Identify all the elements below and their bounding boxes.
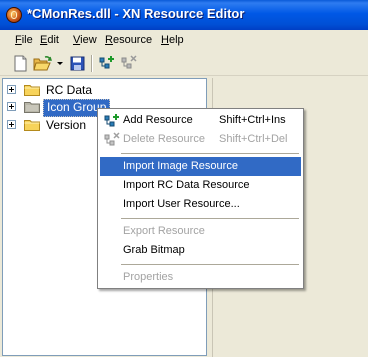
- menu-separator: [121, 153, 299, 154]
- expand-icon[interactable]: [7, 85, 16, 94]
- menu-item-label: Delete Resource: [123, 133, 205, 145]
- menu-item-label: Import Image Resource: [123, 160, 238, 172]
- app-icon[interactable]: [6, 7, 22, 23]
- menu-item-add-resource[interactable]: Add Resource Shift+Ctrl+Ins: [100, 111, 301, 130]
- menu-resource-label: esource: [112, 34, 153, 46]
- menu-item-shortcut: Shift+Ctrl+Del: [219, 133, 288, 145]
- tree-item-label: Version: [46, 118, 87, 132]
- menu-item-shortcut: Shift+Ctrl+Ins: [219, 114, 286, 126]
- delete-resource-icon: [104, 132, 120, 148]
- menu-file-mnemonic: F: [15, 34, 22, 46]
- new-document-icon[interactable]: [12, 55, 29, 72]
- menu-help-label: elp: [168, 34, 184, 46]
- title-bar[interactable]: *CMonRes.dll - XN Resource Editor: [0, 0, 368, 30]
- menu-file-label: ile: [21, 34, 33, 46]
- menu-separator: [121, 264, 299, 265]
- folder-icon: [24, 119, 40, 131]
- menu-file[interactable]: File: [15, 34, 33, 46]
- menu-resource[interactable]: Resource: [105, 34, 152, 46]
- folder-icon: [24, 84, 40, 96]
- expand-icon[interactable]: [7, 120, 16, 129]
- menu-item-export-resource[interactable]: Export Resource: [100, 222, 301, 241]
- menu-item-label: Properties: [123, 271, 174, 283]
- menu-edit[interactable]: Edit: [40, 34, 59, 46]
- menu-item-delete-resource[interactable]: Delete Resource Shift+Ctrl+Del: [100, 130, 301, 149]
- folder-icon: [24, 101, 40, 113]
- menu-separator: [121, 218, 299, 219]
- tree-item-rc-data[interactable]: RC Data: [3, 81, 203, 99]
- menu-item-label: Import RC Data Resource: [123, 179, 250, 191]
- menu-item-label: Export Resource: [123, 225, 205, 237]
- add-resource-icon: [104, 113, 120, 129]
- menu-help[interactable]: Help: [161, 34, 184, 46]
- toolbar-separator: [91, 55, 93, 72]
- window-title: *CMonRes.dll - XN Resource Editor: [27, 6, 245, 21]
- menu-edit-label: dit: [47, 34, 59, 46]
- menu-help-mnemonic: H: [161, 34, 169, 46]
- context-menu: Add Resource Shift+Ctrl+Ins Delete Resou…: [97, 108, 304, 289]
- menu-item-import-user-resource[interactable]: Import User Resource...: [100, 195, 301, 214]
- add-resource-icon[interactable]: [98, 55, 115, 72]
- menu-item-import-rc-data-resource[interactable]: Import RC Data Resource: [100, 176, 301, 195]
- menu-item-label: Grab Bitmap: [123, 244, 185, 256]
- menu-resource-mnemonic: R: [105, 34, 113, 46]
- menu-view[interactable]: View: [73, 34, 97, 46]
- menu-item-grab-bitmap[interactable]: Grab Bitmap: [100, 241, 301, 260]
- dropdown-arrow-icon[interactable]: [56, 55, 64, 72]
- menu-item-properties[interactable]: Properties: [100, 268, 301, 287]
- menu-bar: File Edit View Resource Help: [0, 30, 368, 51]
- expand-icon[interactable]: [7, 102, 16, 111]
- menu-item-import-image-resource[interactable]: Import Image Resource: [100, 157, 301, 176]
- menu-item-label: Add Resource: [123, 114, 193, 126]
- tree-item-label: RC Data: [46, 83, 93, 97]
- save-icon[interactable]: [69, 55, 86, 72]
- menu-view-label: iew: [80, 34, 97, 46]
- open-folder-icon[interactable]: [33, 55, 52, 72]
- toolbar: [0, 51, 368, 76]
- menu-item-label: Import User Resource...: [123, 198, 240, 210]
- delete-resource-icon[interactable]: [120, 55, 137, 72]
